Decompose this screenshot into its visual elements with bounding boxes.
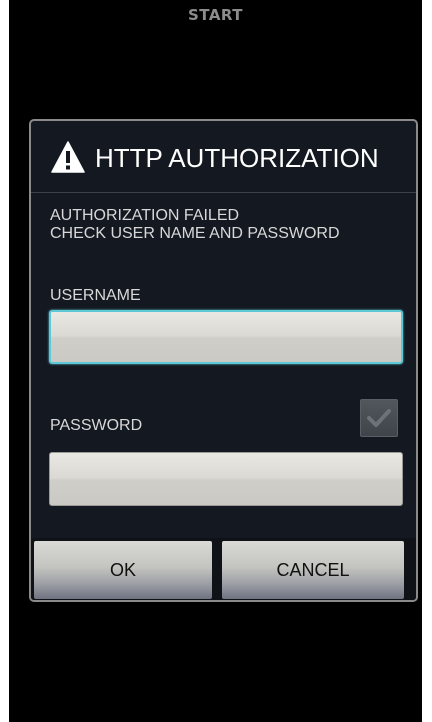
warning-triangle-icon xyxy=(51,141,85,173)
dialog-header: HTTP AUTHORIZATION xyxy=(31,121,416,193)
password-input[interactable] xyxy=(49,452,403,506)
error-message-line-2: CHECK USER NAME AND PASSWORD xyxy=(50,225,340,242)
password-label: PASSWORD xyxy=(50,417,143,434)
http-authorization-dialog: HTTP AUTHORIZATION AUTHORIZATION FAILED … xyxy=(29,119,418,602)
show-password-checkbox[interactable] xyxy=(360,399,398,437)
dialog-title: HTTP AUTHORIZATION xyxy=(95,143,379,173)
username-label: USERNAME xyxy=(50,287,141,304)
username-input[interactable] xyxy=(49,310,403,364)
screen-title: START xyxy=(187,6,244,24)
app-screen: START HTTP AUTHORIZATION AUTHORIZATION F… xyxy=(9,0,422,722)
checkmark-icon xyxy=(367,409,391,427)
ok-button[interactable]: OK xyxy=(34,541,212,599)
error-message: AUTHORIZATION FAILED CHECK USER NAME AND… xyxy=(50,207,340,243)
error-message-line-1: AUTHORIZATION FAILED xyxy=(50,207,240,224)
cancel-button[interactable]: CANCEL xyxy=(222,541,404,599)
dialog-button-bar: OK CANCEL xyxy=(31,538,416,600)
